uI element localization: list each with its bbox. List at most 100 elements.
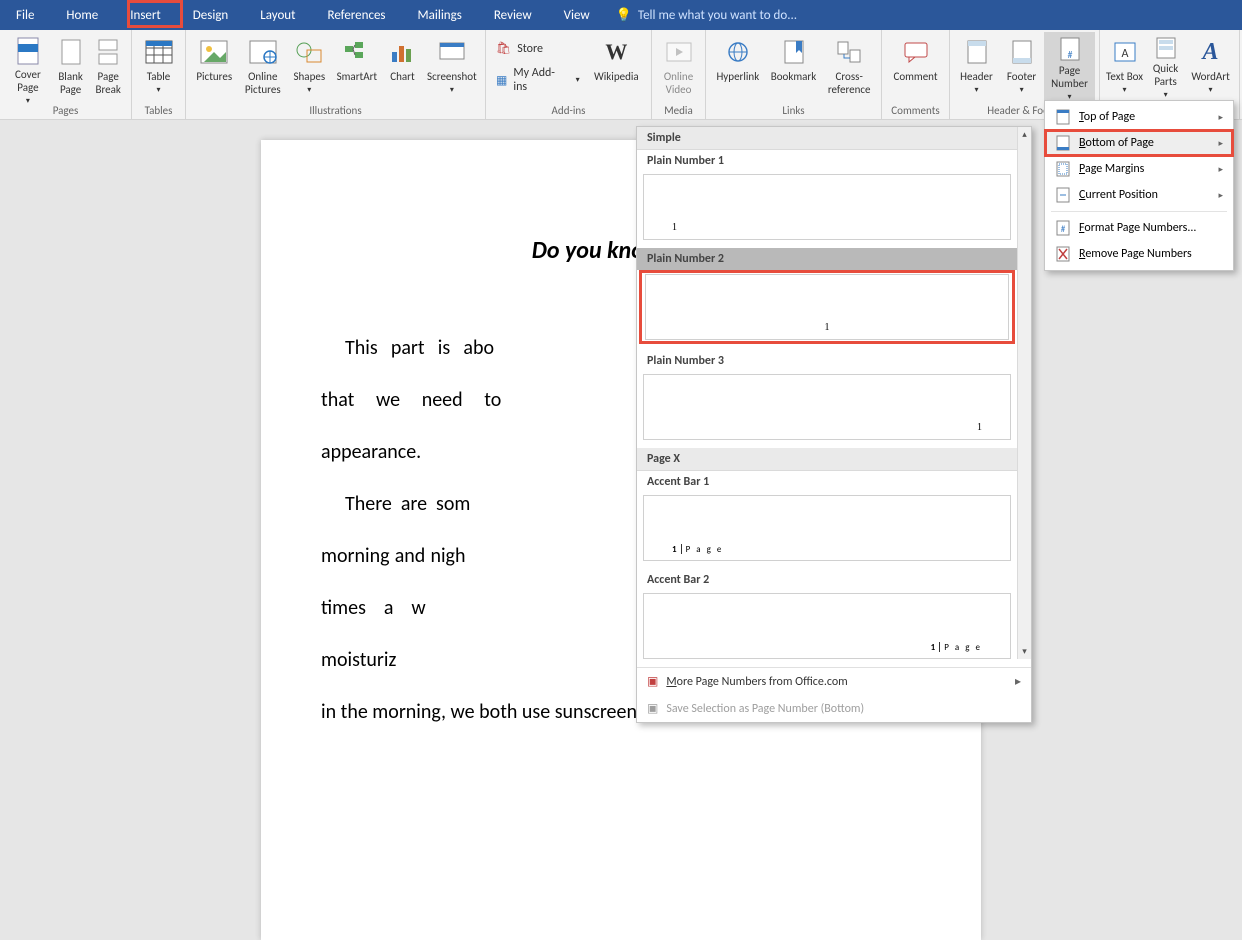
tab-view[interactable]: View	[548, 0, 606, 30]
tab-home[interactable]: Home	[50, 0, 114, 30]
header-icon	[961, 36, 993, 68]
my-addins-button[interactable]: ▦ My Add-ins▾	[490, 63, 586, 97]
tab-review[interactable]: Review	[478, 0, 548, 30]
screenshot-button[interactable]: Screenshot▾	[423, 32, 481, 100]
group-label-tables: Tables	[132, 102, 185, 120]
submenu-page-margins[interactable]: Page Margins ▸	[1045, 156, 1233, 182]
page-margins-icon	[1055, 161, 1071, 177]
submenu-bottom-of-page[interactable]: Bottom of Page ▸	[1045, 130, 1233, 156]
gallery-scrollbar[interactable]: ▴ ▾	[1017, 127, 1031, 659]
page-break-icon	[92, 36, 124, 68]
bottom-page-icon	[1055, 135, 1071, 151]
wordart-button[interactable]: A WordArt▾	[1186, 32, 1235, 100]
shapes-button[interactable]: Shapes▾	[287, 32, 332, 100]
gallery-plain-number-3[interactable]: Plain Number 3 1	[637, 350, 1017, 440]
tab-insert[interactable]: Insert	[114, 0, 177, 30]
submenu-remove-numbers[interactable]: Remove Page Numbers	[1045, 241, 1233, 267]
lightbulb-icon: 💡	[616, 8, 632, 23]
scroll-down-icon[interactable]: ▾	[1020, 644, 1029, 659]
preview-accent-1: 1P a g e	[643, 495, 1011, 561]
gallery-plain-number-1[interactable]: Plain Number 1 1	[637, 150, 1017, 240]
chevron-right-icon: ▸	[1218, 138, 1223, 149]
preview-plain-2: 1	[645, 274, 1009, 340]
gallery-accent-bar-2[interactable]: Accent Bar 2 1P a g e	[637, 569, 1017, 659]
bookmark-icon	[778, 36, 810, 68]
screenshot-icon	[436, 36, 468, 68]
tab-layout[interactable]: Layout	[244, 0, 311, 30]
submenu-format-numbers[interactable]: # Format Page Numbers...	[1045, 215, 1233, 241]
menu-tabs: File Home Insert Design Layout Reference…	[0, 0, 1242, 30]
blank-page-icon	[55, 36, 87, 68]
bookmark-button[interactable]: Bookmark	[766, 32, 822, 100]
quick-parts-icon	[1150, 36, 1182, 60]
gallery-accent-bar-1[interactable]: Accent Bar 1 1P a g e	[637, 471, 1017, 561]
cover-page-icon	[12, 36, 44, 66]
online-pictures-icon	[247, 36, 279, 68]
tell-me-placeholder: Tell me what you want to do...	[638, 8, 797, 23]
page-break-button[interactable]: Page Break	[89, 32, 127, 100]
group-label-media: Media	[652, 102, 705, 120]
group-label-links: Links	[706, 102, 881, 120]
video-icon	[663, 36, 695, 68]
comment-icon	[900, 36, 932, 68]
tell-me-search[interactable]: 💡 Tell me what you want to do...	[606, 0, 1242, 30]
cover-page-button[interactable]: Cover Page▾	[4, 32, 52, 100]
chevron-right-icon: ▸	[1218, 112, 1223, 123]
table-icon	[143, 36, 175, 68]
addins-icon: ▦	[496, 73, 507, 88]
hyperlink-button[interactable]: Hyperlink	[710, 32, 766, 100]
online-video-button[interactable]: Online Video	[656, 32, 701, 100]
text-box-button[interactable]: A Text Box▾	[1104, 32, 1145, 100]
comment-button[interactable]: Comment	[886, 32, 945, 100]
text-box-icon: A	[1109, 36, 1141, 68]
group-label-addins: Add-ins	[486, 102, 651, 120]
blank-page-button[interactable]: Blank Page	[52, 32, 90, 100]
save-selection-icon: ▣	[647, 701, 658, 716]
page-number-submenu: Top of Page ▸ Bottom of Page ▸ Page Marg…	[1044, 100, 1234, 271]
page-number-button[interactable]: # Page Number▾	[1044, 32, 1095, 100]
header-button[interactable]: Header▾	[954, 32, 999, 100]
tab-references[interactable]: References	[312, 0, 402, 30]
chart-button[interactable]: Chart	[382, 32, 423, 100]
group-label-illustrations: Illustrations	[186, 102, 485, 120]
wikipedia-button[interactable]: W Wikipedia	[586, 32, 647, 100]
hyperlink-icon	[722, 36, 754, 68]
page-number-gallery: Simple Plain Number 1 1 Plain Number 2 1…	[636, 126, 1032, 723]
store-button[interactable]: 🛍 Store	[490, 38, 586, 59]
chevron-right-icon: ▸	[1218, 164, 1223, 175]
svg-text:#: #	[1067, 48, 1072, 61]
smartart-button[interactable]: SmartArt	[332, 32, 382, 100]
submenu-current-position[interactable]: Current Position ▸	[1045, 182, 1233, 208]
svg-text:#: #	[1061, 224, 1066, 235]
pictures-button[interactable]: Pictures	[190, 32, 239, 100]
footer-button[interactable]: Footer▾	[999, 32, 1044, 100]
office-icon: ▣	[647, 674, 658, 689]
page-number-icon: #	[1054, 36, 1086, 62]
top-page-icon	[1055, 109, 1071, 125]
quick-parts-button[interactable]: Quick Parts▾	[1145, 32, 1186, 100]
online-pictures-button[interactable]: Online Pictures	[239, 32, 288, 100]
format-numbers-icon: #	[1055, 220, 1071, 236]
group-label-comments: Comments	[882, 102, 949, 120]
scroll-up-icon[interactable]: ▴	[1020, 127, 1029, 142]
tab-design[interactable]: Design	[177, 0, 244, 30]
gallery-plain-number-2[interactable]: Plain Number 2 1	[637, 248, 1017, 344]
smartart-icon	[341, 36, 373, 68]
chevron-right-icon: ▸	[1015, 674, 1021, 689]
preview-plain-3: 1	[643, 374, 1011, 440]
current-position-icon	[1055, 187, 1071, 203]
table-button[interactable]: Table▾	[136, 32, 181, 100]
cross-reference-button[interactable]: Cross-reference	[821, 32, 877, 100]
gallery-section-pagex: Page X	[637, 448, 1017, 471]
menu-separator	[1051, 211, 1227, 212]
save-selection-button: ▣ Save Selection as Page Number (Bottom)	[637, 695, 1031, 722]
preview-accent-2: 1P a g e	[643, 593, 1011, 659]
chevron-right-icon: ▸	[1218, 190, 1223, 201]
gallery-section-simple: Simple	[637, 127, 1017, 150]
svg-text:A: A	[1121, 47, 1128, 61]
tab-mailings[interactable]: Mailings	[402, 0, 478, 30]
submenu-top-of-page[interactable]: Top of Page ▸	[1045, 104, 1233, 130]
wikipedia-icon: W	[600, 36, 632, 68]
tab-file[interactable]: File	[0, 0, 50, 30]
more-page-numbers-link[interactable]: ▣ More Page Numbers from Office.com ▸	[637, 668, 1031, 695]
